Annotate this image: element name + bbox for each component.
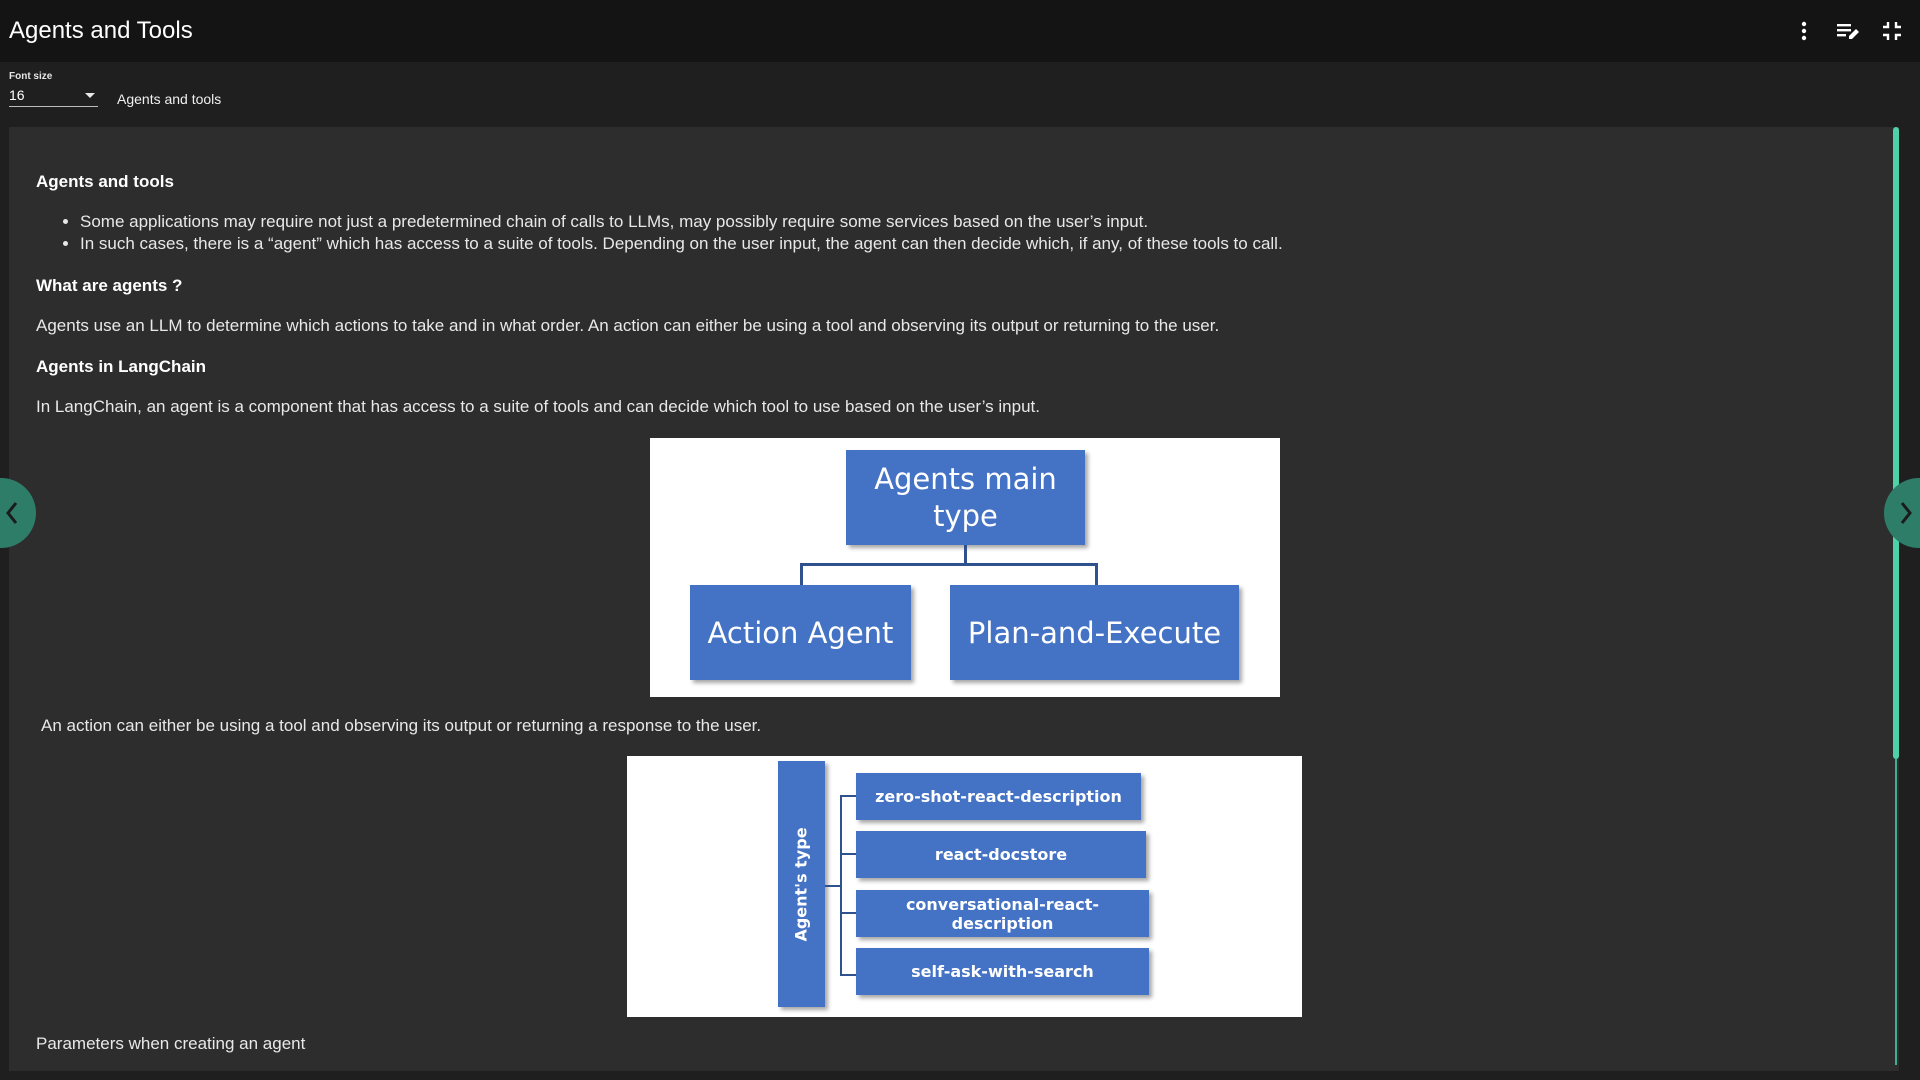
scrollbar-thumb[interactable] (1893, 127, 1899, 759)
font-size-value: 16 (9, 87, 25, 103)
diagram-item-box: react-docstore (856, 831, 1146, 878)
breadcrumb: Agents and tools (117, 91, 222, 107)
title-bar: Agents and Tools (0, 0, 1920, 62)
toolbar: Font size 16 Agents and tools (0, 62, 1920, 126)
connector (840, 912, 856, 914)
list-item: Some applications may require not just a… (80, 211, 1283, 233)
previous-button[interactable] (0, 478, 36, 548)
font-size-label: Font size (9, 71, 53, 82)
fullscreen-exit-icon[interactable] (1876, 15, 1908, 47)
chevron-right-icon (1900, 502, 1912, 524)
title-bar-actions (1788, 0, 1908, 62)
diagram-box-label: Plan-and-Execute (967, 615, 1222, 650)
diagram-box-left: Action Agent (690, 585, 911, 680)
list-item: In such cases, there is a “agent” which … (80, 233, 1283, 255)
diagram-box-label: Agents main type (874, 461, 1057, 533)
edit-note-icon[interactable] (1832, 15, 1864, 47)
diagram-box-right: Plan-and-Execute (950, 585, 1239, 680)
diagram-item-box: zero-shot-react-description (856, 773, 1141, 820)
heading-what-are-agents: What are agents ? (36, 276, 183, 295)
diagram-item-label: conversational-react-description (905, 894, 1100, 933)
diagram-side-box: Agent's type (778, 761, 825, 1007)
connector (1095, 563, 1098, 585)
connector (964, 545, 967, 563)
diagram-side-label: Agent's type (792, 826, 812, 942)
paragraph: Agents use an LLM to determine which act… (36, 316, 1220, 335)
scrollbar[interactable] (1893, 127, 1899, 1071)
connector (825, 885, 840, 887)
connector (800, 563, 1098, 566)
diagram-item-label: zero-shot-react-description (875, 787, 1122, 806)
font-size-select[interactable]: 16 (9, 84, 98, 107)
heading-agents-in-langchain: Agents in LangChain (36, 357, 206, 376)
content-panel: Agents and tools Some applications may r… (9, 127, 1899, 1071)
chevron-down-icon (85, 92, 95, 98)
connector (840, 853, 856, 855)
bullet-list: Some applications may require not just a… (36, 211, 1283, 255)
paragraph: In LangChain, an agent is a component th… (36, 397, 1040, 416)
connector (800, 563, 803, 585)
diagram-item-box: self-ask-with-search (856, 948, 1149, 995)
diagram-item-box: conversational-react-description (856, 890, 1149, 937)
diagram-box-label: Action Agent (707, 615, 894, 650)
heading-agents-and-tools: Agents and tools (36, 172, 174, 191)
font-size-control: Font size 16 (9, 71, 98, 109)
diagram-box-top: Agents main type (846, 450, 1085, 545)
paragraph: An action can either be using a tool and… (41, 716, 762, 735)
connector (840, 795, 856, 797)
chevron-left-icon (6, 502, 18, 524)
diagram-item-label: self-ask-with-search (911, 962, 1094, 981)
agents-main-type-diagram: Agents main type Action Agent Plan-and-E… (650, 438, 1280, 697)
window-title: Agents and Tools (9, 17, 193, 44)
next-button[interactable] (1884, 478, 1920, 548)
connector (840, 974, 856, 976)
connector (840, 795, 842, 976)
diagram-item-label: react-docstore (934, 845, 1068, 864)
scrollbar-track (1895, 759, 1897, 1065)
agents-type-diagram: Agent's type zero-shot-react-description… (627, 756, 1302, 1017)
paragraph: Parameters when creating an agent (36, 1034, 306, 1053)
more-vert-icon[interactable] (1788, 15, 1820, 47)
